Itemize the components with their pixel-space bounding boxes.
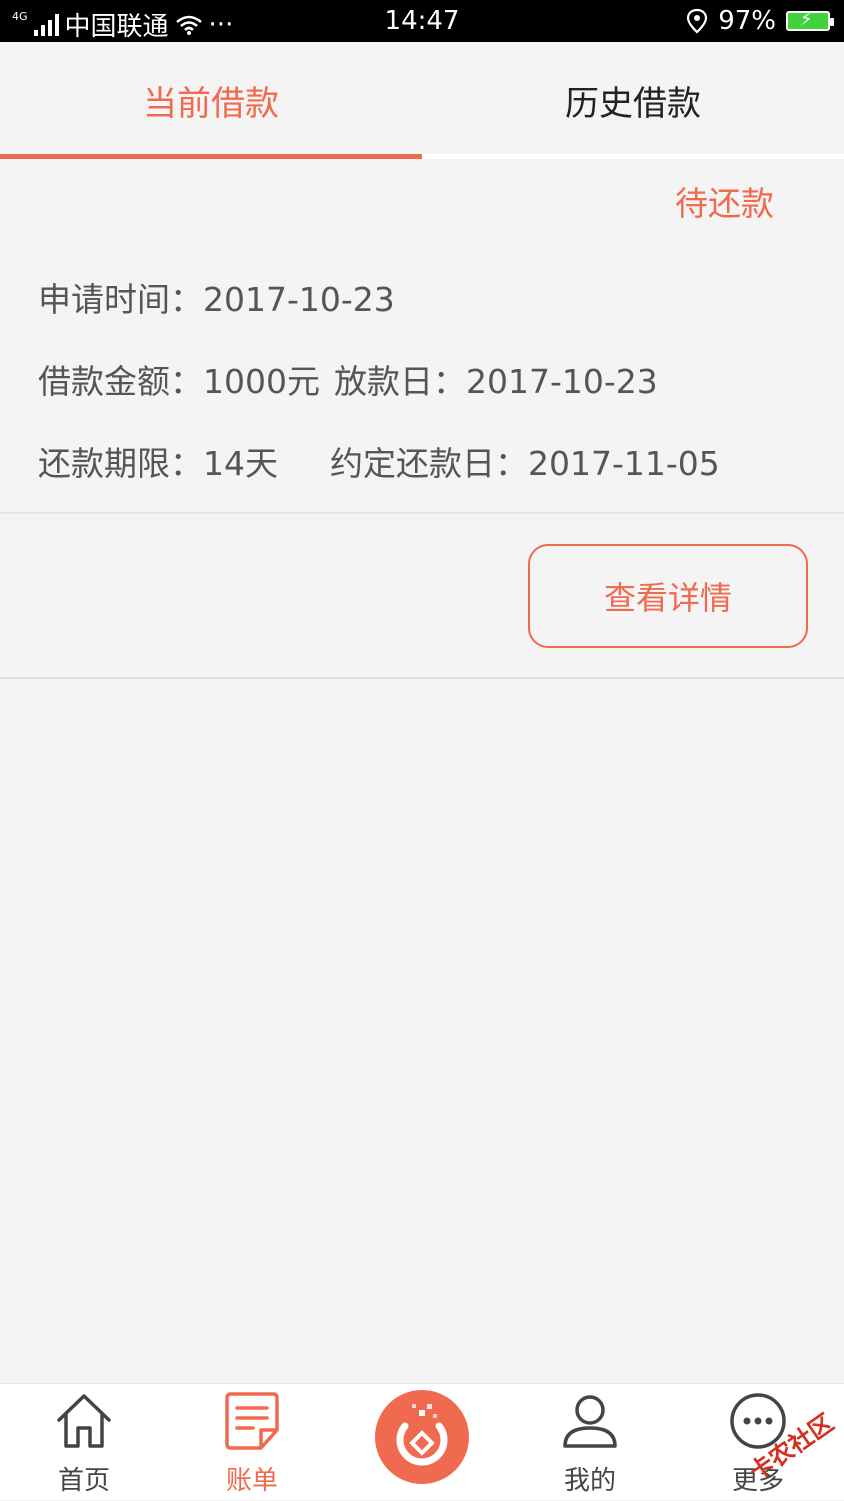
nav-bill[interactable]: 账单 — [168, 1384, 336, 1501]
nav-home[interactable]: 首页 — [0, 1384, 168, 1501]
nav-mine[interactable]: 我的 — [506, 1384, 674, 1501]
due-date-value: 2017-11-05 — [528, 444, 720, 483]
view-details-button[interactable]: 查看详情 — [528, 544, 808, 648]
battery-icon: ⚡ — [786, 9, 834, 31]
bottom-nav: 首页 账单 我的 更多 — [0, 1383, 844, 1500]
center-money-button[interactable] — [375, 1390, 469, 1484]
loan-status: 待还款 — [675, 184, 774, 223]
user-icon — [563, 1395, 617, 1448]
release-label: 放款日： — [333, 362, 466, 401]
home-icon — [57, 1394, 111, 1448]
nav-home-label: 首页 — [57, 1466, 110, 1496]
bill-icon — [225, 1392, 279, 1450]
amount-row: 借款金额：1000元 放款日：2017-10-23 — [38, 355, 658, 403]
loan-tabs: 当前借款 历史借款 — [0, 42, 844, 159]
term-value: 14天 — [203, 444, 278, 483]
nav-center[interactable] — [338, 1384, 506, 1501]
card-divider — [0, 512, 844, 514]
apply-time-label: 申请时间： — [38, 280, 203, 319]
apply-time-value: 2017-10-23 — [203, 280, 395, 319]
due-label: 约定还款日： — [330, 444, 528, 483]
nav-mine-label: 我的 — [563, 1466, 616, 1496]
tab-current-loan[interactable]: 当前借款 — [0, 42, 422, 159]
amount-label: 借款金额： — [38, 362, 203, 401]
status-bar: 4G 中国联通 ··· 14:47 97% ⚡ — [0, 0, 844, 42]
battery-percent: 97% — [718, 6, 776, 36]
card-bottom-divider — [0, 677, 844, 679]
apply-time-row: 申请时间：2017-10-23 — [38, 273, 395, 321]
nav-bill-label: 账单 — [225, 1466, 278, 1496]
term-row: 还款期限：14天 约定还款日：2017-11-05 — [38, 437, 720, 485]
loan-card: 待还款 申请时间：2017-10-23 借款金额：1000元 放款日：2017-1… — [0, 159, 844, 679]
release-date-value: 2017-10-23 — [465, 362, 658, 401]
location-icon — [687, 8, 708, 34]
status-right: 97% ⚡ — [686, 6, 834, 36]
center-money-icon — [396, 1404, 448, 1466]
tab-history-loan[interactable]: 历史借款 — [422, 42, 844, 159]
amount-value: 1000元 — [203, 362, 320, 401]
term-label: 还款期限： — [38, 444, 203, 483]
